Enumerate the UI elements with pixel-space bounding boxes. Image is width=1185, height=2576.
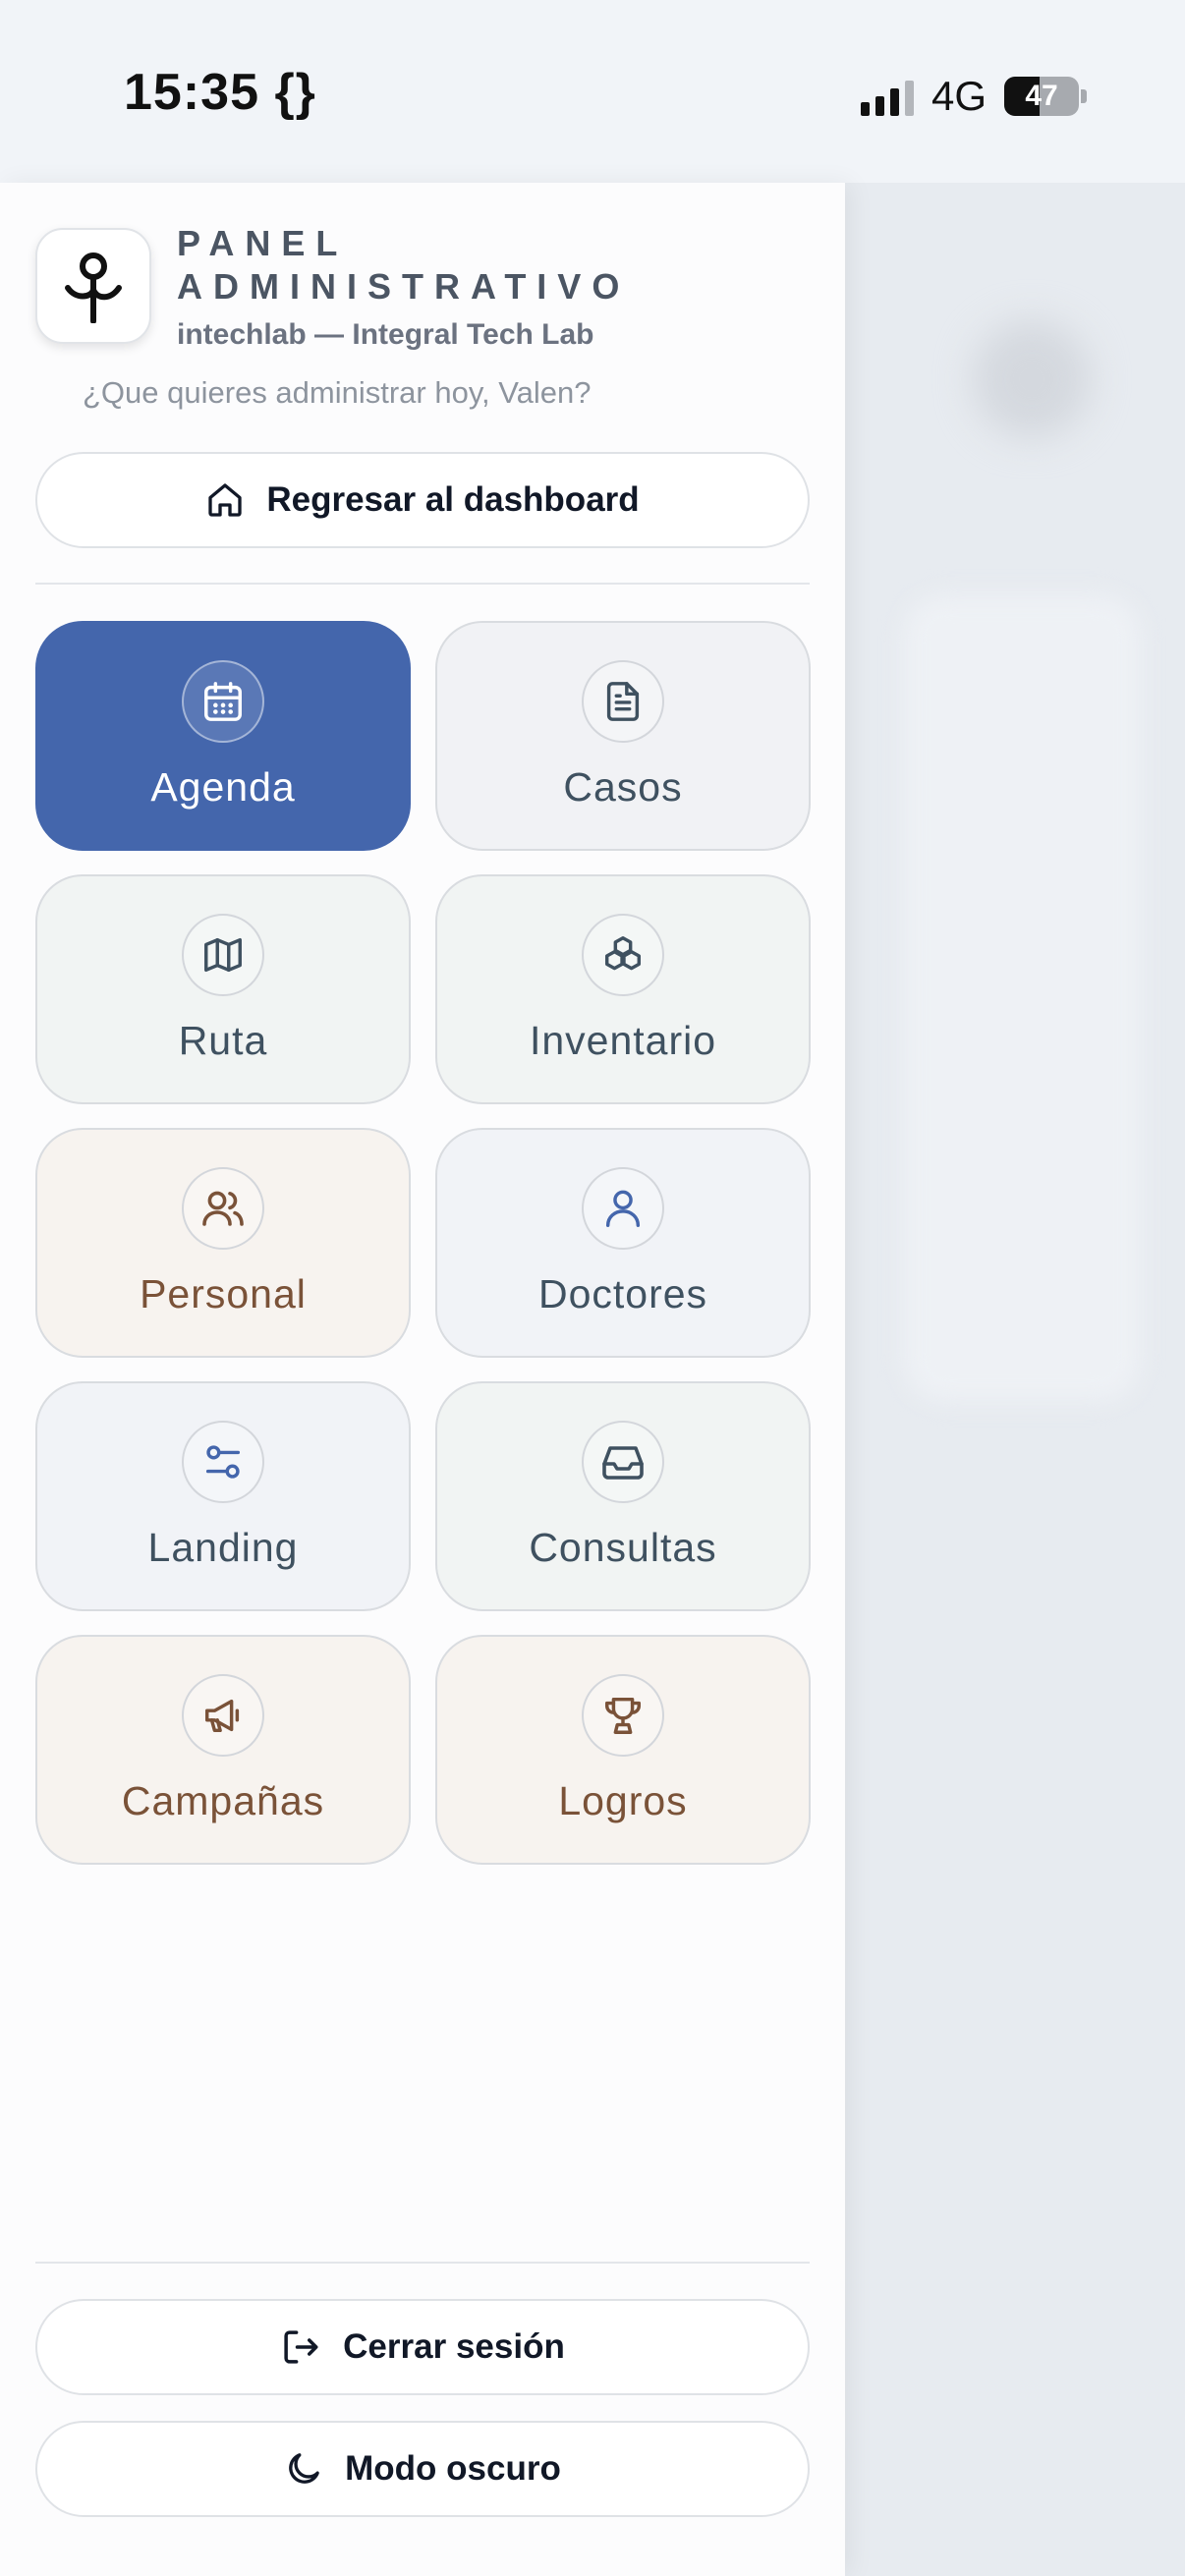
battery-percent: 47 bbox=[1025, 80, 1058, 112]
tile-landing[interactable]: Landing bbox=[35, 1381, 411, 1611]
tile-label-landing: Landing bbox=[147, 1525, 299, 1570]
battery-cap bbox=[1081, 89, 1087, 103]
panel-title-line1: PANEL bbox=[177, 223, 349, 263]
status-time: 15:35 {} bbox=[124, 64, 316, 121]
logout-icon bbox=[284, 2330, 318, 2364]
brand-subtitle: intechlab — Integral Tech Lab bbox=[177, 318, 594, 351]
network-label: 4G bbox=[931, 73, 987, 119]
tile-icon-wrap bbox=[182, 1674, 264, 1757]
admin-drawer: PANEL ADMINISTRATIVO intechlab — Integra… bbox=[0, 183, 845, 2576]
logo-icon bbox=[65, 252, 122, 323]
tile-consultas[interactable]: Consultas bbox=[435, 1381, 811, 1611]
tile-personal[interactable]: Personal bbox=[35, 1128, 411, 1358]
home-icon bbox=[208, 483, 243, 517]
tile-label-ruta: Ruta bbox=[178, 1018, 268, 1063]
map-icon bbox=[204, 937, 242, 973]
signal-icon bbox=[860, 77, 914, 116]
blurred-card bbox=[904, 595, 1140, 1401]
tile-icon-wrap bbox=[182, 1421, 264, 1503]
sliders-icon bbox=[205, 1445, 241, 1479]
background-page[interactable] bbox=[845, 183, 1185, 2576]
tile-agenda[interactable]: Agenda bbox=[35, 621, 411, 851]
back-to-dashboard-label: Regresar al dashboard bbox=[266, 480, 640, 519]
tile-label-personal: Personal bbox=[140, 1271, 307, 1316]
status-bar: 15:35 {} 4G 47 bbox=[0, 0, 1185, 183]
tile-label-logros: Logros bbox=[558, 1778, 688, 1823]
tile-icon-wrap bbox=[182, 660, 264, 743]
tile-label-doctores: Doctores bbox=[537, 1271, 708, 1316]
tile-icon-wrap bbox=[582, 660, 664, 743]
logout-label: Cerrar sesión bbox=[343, 2327, 565, 2366]
tile-label-casos: Casos bbox=[563, 764, 683, 810]
divider-top bbox=[35, 583, 810, 585]
panel-title: PANEL ADMINISTRATIVO bbox=[177, 222, 688, 308]
trophy-icon bbox=[604, 1697, 642, 1734]
greeting-text: ¿Que quieres administrar hoy, Valen? bbox=[83, 375, 592, 410]
calendar-icon bbox=[204, 682, 242, 721]
megaphone-icon bbox=[204, 1699, 240, 1733]
status-indicators: 4G 47 bbox=[860, 69, 1087, 124]
users-icon bbox=[202, 1191, 244, 1226]
tile-campanas[interactable]: Campañas bbox=[35, 1635, 411, 1865]
tile-icon-wrap bbox=[182, 914, 264, 996]
moon-icon bbox=[289, 2453, 319, 2484]
tile-label-agenda: Agenda bbox=[150, 764, 296, 810]
blurred-avatar bbox=[973, 320, 1091, 438]
tile-doctores[interactable]: Doctores bbox=[435, 1128, 811, 1358]
divider-bottom bbox=[35, 2262, 810, 2264]
tile-casos[interactable]: Casos bbox=[435, 621, 811, 851]
dark-mode-label: Modo oscuro bbox=[345, 2449, 561, 2488]
document-icon bbox=[606, 682, 640, 721]
panel-title-line2: ADMINISTRATIVO bbox=[177, 266, 631, 307]
back-to-dashboard-button[interactable]: Regresar al dashboard bbox=[35, 452, 810, 548]
tile-inventario[interactable]: Inventario bbox=[435, 874, 811, 1104]
tile-icon-wrap bbox=[582, 914, 664, 996]
inbox-icon bbox=[602, 1446, 644, 1480]
battery-icon: 47 bbox=[1004, 77, 1079, 116]
tile-logros[interactable]: Logros bbox=[435, 1635, 811, 1865]
tile-ruta[interactable]: Ruta bbox=[35, 874, 411, 1104]
tile-label-consultas: Consultas bbox=[529, 1525, 717, 1570]
boxes-icon bbox=[604, 936, 642, 971]
tile-icon-wrap bbox=[182, 1167, 264, 1250]
tile-icon-wrap bbox=[582, 1167, 664, 1250]
tile-label-inventario: Inventario bbox=[529, 1018, 717, 1063]
screen: 15:35 {} 4G 47 PANEL ADMINISTRATIVO inte… bbox=[0, 0, 1185, 2576]
dark-mode-button[interactable]: Modo oscuro bbox=[35, 2421, 810, 2517]
logout-button[interactable]: Cerrar sesión bbox=[35, 2299, 810, 2395]
tile-icon-wrap bbox=[582, 1421, 664, 1503]
app-logo bbox=[35, 228, 151, 344]
tile-icon-wrap bbox=[582, 1674, 664, 1757]
tile-label-campanas: Campañas bbox=[121, 1778, 325, 1823]
user-icon bbox=[605, 1190, 641, 1227]
